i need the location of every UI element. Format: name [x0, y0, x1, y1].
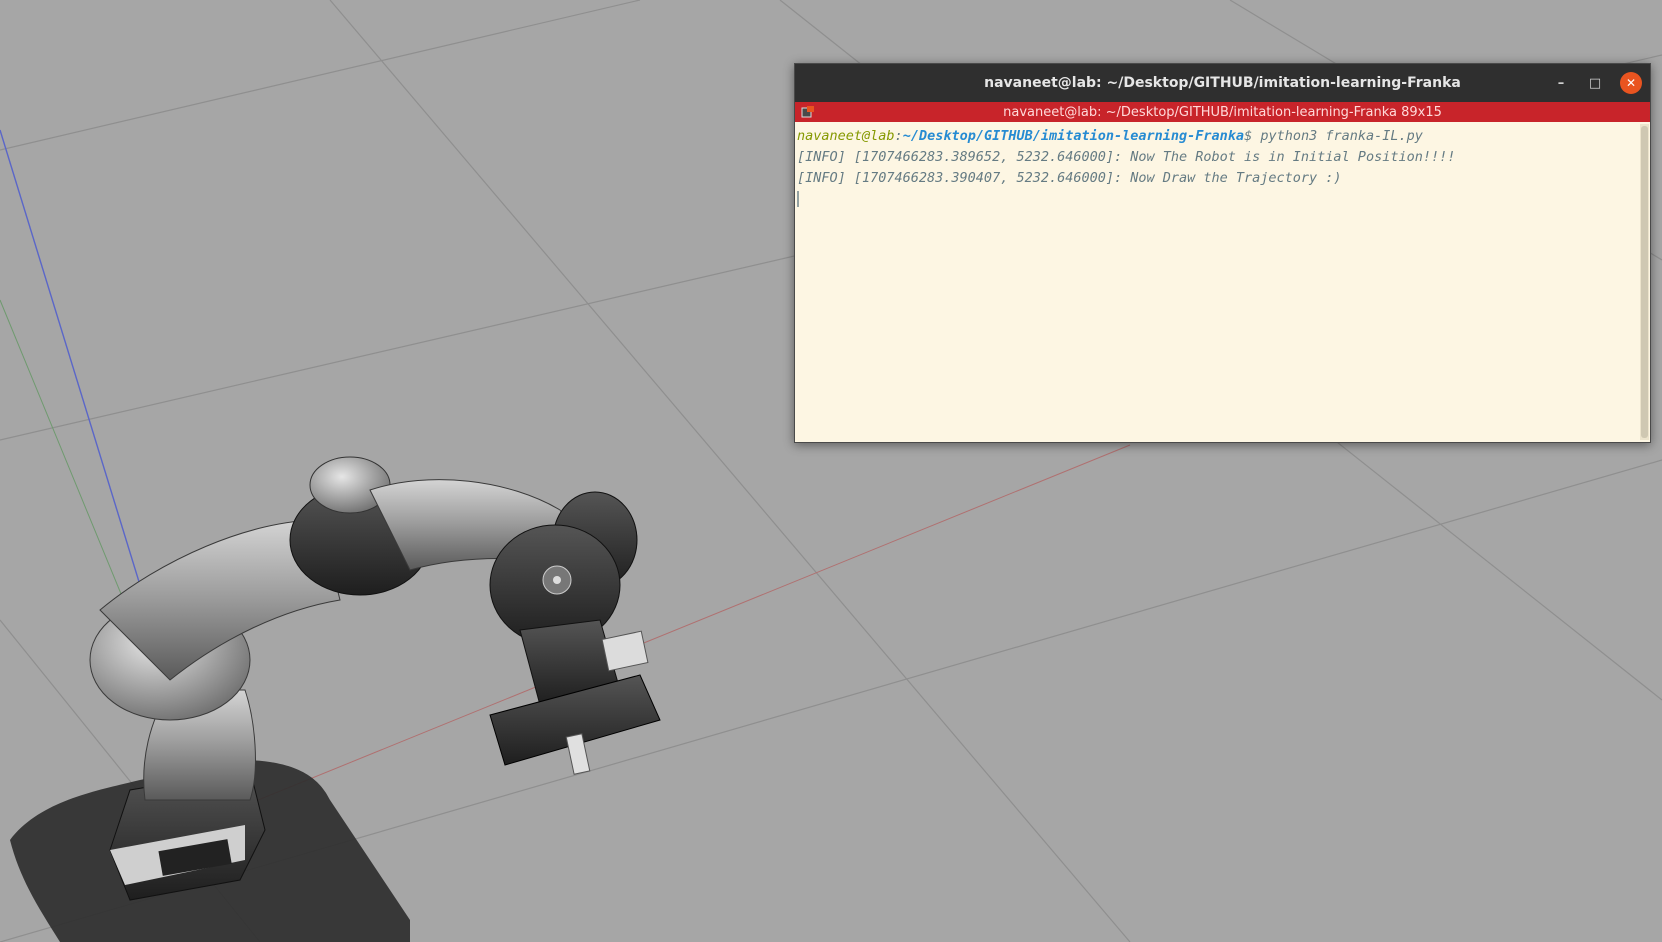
- terminal-tab-icon[interactable]: [801, 105, 815, 119]
- terminal-output[interactable]: navaneet@lab:~/Desktop/GITHUB/imitation-…: [795, 122, 1638, 442]
- prompt-symbol: $: [1244, 128, 1261, 144]
- wrist-flange-center: [553, 576, 561, 584]
- minimize-button[interactable]: –: [1550, 72, 1572, 94]
- close-button[interactable]: ✕: [1620, 72, 1642, 94]
- prompt-separator: :: [894, 128, 903, 144]
- text-cursor: [797, 191, 799, 207]
- cursor-line: [797, 189, 1636, 210]
- scrollbar-thumb[interactable]: [1641, 126, 1648, 438]
- wrist-light: [601, 630, 649, 672]
- prompt-path: ~/Desktop/GITHUB/imitation-learning-Fran…: [902, 128, 1245, 144]
- output-line: [INFO] [1707466283.389652, 5232.646000]:…: [797, 149, 1456, 165]
- prompt-line: navaneet@lab:~/Desktop/GITHUB/imitation-…: [797, 126, 1636, 147]
- terminal-window[interactable]: navaneet@lab: ~/Desktop/GITHUB/imitation…: [794, 63, 1651, 443]
- command-text: python3 franka-IL.py: [1260, 128, 1423, 144]
- terminal-title: navaneet@lab: ~/Desktop/GITHUB/imitation…: [984, 75, 1461, 91]
- terminal-scrollbar[interactable]: [1640, 124, 1649, 440]
- maximize-button[interactable]: □: [1584, 72, 1606, 94]
- terminal-titlebar[interactable]: navaneet@lab: ~/Desktop/GITHUB/imitation…: [795, 64, 1650, 102]
- prompt-user: navaneet@lab: [797, 128, 895, 144]
- output-line: [INFO] [1707466283.390407, 5232.646000]:…: [797, 170, 1342, 186]
- terminal-tab-bar[interactable]: navaneet@lab: ~/Desktop/GITHUB/imitation…: [795, 102, 1650, 122]
- terminal-tab-label: navaneet@lab: ~/Desktop/GITHUB/imitation…: [1003, 104, 1442, 120]
